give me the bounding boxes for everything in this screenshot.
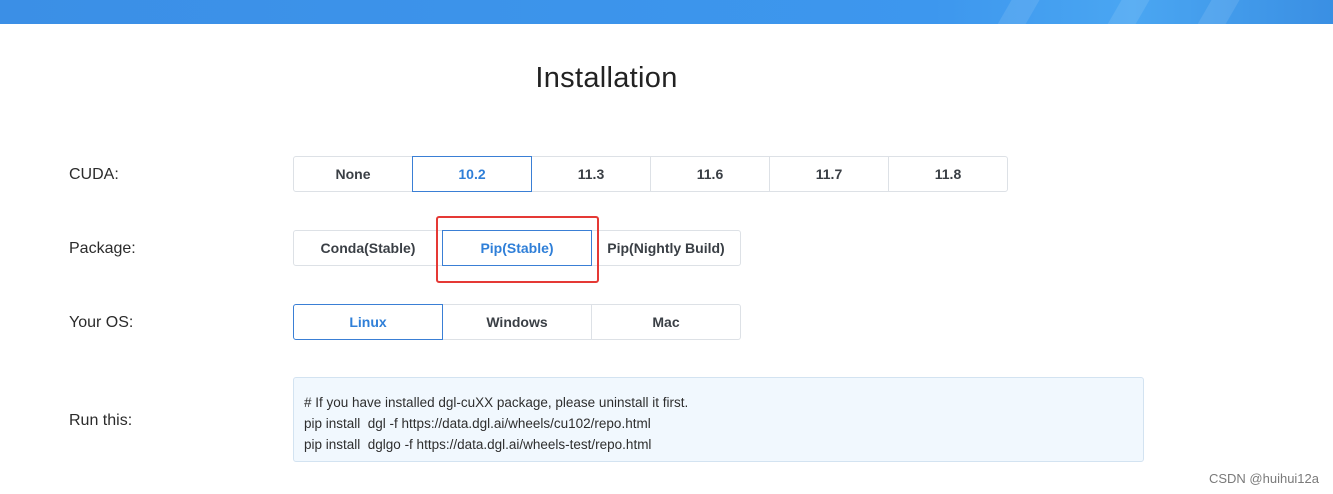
cuda-option-10-2[interactable]: 10.2 <box>412 156 532 192</box>
os-label: Your OS: <box>69 314 134 331</box>
os-options: Linux Windows Mac <box>293 304 741 340</box>
os-option-linux[interactable]: Linux <box>293 304 443 340</box>
os-option-mac[interactable]: Mac <box>591 304 741 340</box>
package-option-pip-nightly[interactable]: Pip(Nightly Build) <box>591 230 741 266</box>
package-option-pip-stable[interactable]: Pip(Stable) <box>442 230 592 266</box>
command-line-dglgo: pip install dglgo -f https://data.dgl.ai… <box>304 437 652 452</box>
cuda-options: None 10.2 11.3 11.6 11.7 11.8 <box>293 156 1008 192</box>
os-option-windows[interactable]: Windows <box>442 304 592 340</box>
package-option-conda-stable[interactable]: Conda(Stable) <box>293 230 443 266</box>
cuda-option-11-3[interactable]: 11.3 <box>531 156 651 192</box>
cuda-option-11-6[interactable]: 11.6 <box>650 156 770 192</box>
watermark: CSDN @huihui12a <box>1208 471 1319 486</box>
top-banner <box>0 0 1333 24</box>
command-comment-line: # If you have installed dgl-cuXX package… <box>304 395 689 410</box>
package-options: Conda(Stable) Pip(Stable) Pip(Nightly Bu… <box>293 230 741 266</box>
cuda-option-11-8[interactable]: 11.8 <box>888 156 1008 192</box>
page-title: Installation <box>535 62 678 94</box>
cuda-option-none[interactable]: None <box>293 156 413 192</box>
cuda-option-11-7[interactable]: 11.7 <box>769 156 889 192</box>
install-command-box[interactable]: # If you have installed dgl-cuXX package… <box>293 377 1144 462</box>
run-label: Run this: <box>69 412 133 429</box>
command-line-dgl: pip install dgl -f https://data.dgl.ai/w… <box>304 416 651 431</box>
installation-page: Installation CUDA: None 10.2 11.3 11.6 1… <box>0 0 1333 494</box>
package-label: Package: <box>69 240 136 257</box>
cuda-label: CUDA: <box>69 166 119 183</box>
